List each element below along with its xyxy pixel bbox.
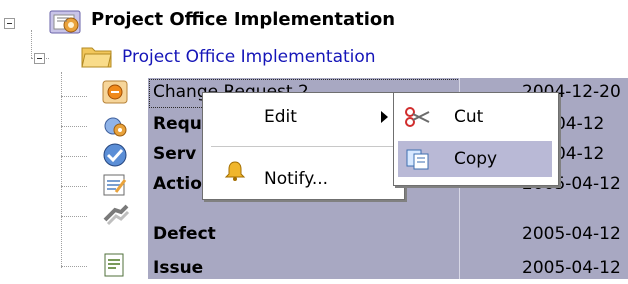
menu-item-cut[interactable]: Cut [454,107,483,127]
project-gear-icon [49,7,85,37]
requirement-icon [102,112,128,138]
scissors-icon [404,105,432,129]
edit-submenu: Cut Copy [393,92,559,186]
folder-open-icon [80,42,114,70]
defect-icon [102,202,130,228]
service-icon [102,142,128,168]
tree-item-date: 2005-04-12 [522,258,621,278]
tree-item-label[interactable]: Requ [153,114,202,134]
menu-item-notify[interactable]: Notify... [264,169,328,189]
tree-item-label[interactable]: Issue [153,258,203,278]
bell-icon [223,159,247,183]
tree-root-label[interactable]: Project Office Implementation [91,9,395,30]
project-collapse-toggle[interactable] [34,53,45,64]
issue-icon [102,252,128,279]
tree-project-label[interactable]: Project Office Implementation [122,47,376,67]
copy-icon [404,147,432,171]
action-icon [102,172,128,198]
submenu-arrow-icon [381,111,388,123]
change-request-icon [102,80,128,104]
root-collapse-toggle[interactable] [4,18,15,29]
menu-item-copy[interactable]: Copy [454,149,497,169]
menu-separator [211,146,396,147]
menu-item-edit[interactable]: Edit [264,107,297,127]
tree-item-date: 2005-04-12 [522,224,621,244]
tree-item-label[interactable]: Serv [153,144,196,164]
context-menu: Edit Notify... [202,92,405,200]
tree-item-label[interactable]: Defect [153,224,216,244]
